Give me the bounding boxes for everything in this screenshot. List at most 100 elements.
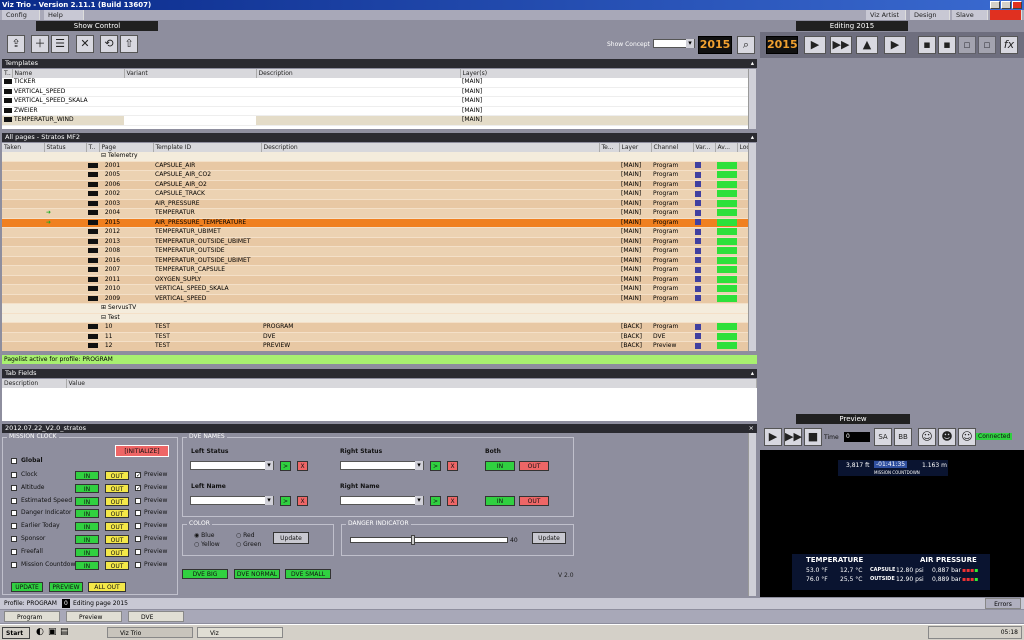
right-status-dropdown[interactable] bbox=[340, 461, 424, 470]
variant-dropdown[interactable] bbox=[693, 265, 715, 276]
pages-col-header[interactable]: Layer bbox=[619, 143, 652, 152]
menu-viz-artist[interactable]: Viz Artist bbox=[866, 10, 906, 20]
left-status-go-button[interactable]: > bbox=[280, 461, 291, 471]
expand-icon[interactable]: ⊞ bbox=[101, 304, 106, 311]
collapse-icon[interactable]: ⊟ bbox=[101, 152, 106, 159]
left-name-clear-button[interactable]: X bbox=[297, 496, 308, 506]
templates-col-header[interactable]: Layer(s) bbox=[460, 69, 749, 78]
mission-item-in-button[interactable]: IN bbox=[75, 535, 99, 544]
page-row[interactable]: 12 TEST PREVIEW [BACK] Preview bbox=[2, 341, 748, 351]
menu-slave[interactable]: Slave bbox=[952, 10, 988, 20]
mission-item-in-button[interactable]: IN bbox=[75, 560, 99, 570]
variant-dropdown[interactable] bbox=[693, 237, 715, 247]
page-row[interactable]: 2016 TEMPERATUR_OUTSIDE_UBIMET [MAIN] Progr… bbox=[2, 256, 748, 266]
mission-item-preview-checkbox[interactable] bbox=[135, 523, 141, 530]
template-row[interactable]: VERTICAL_SPEED_SKALA [MAIN] bbox=[2, 96, 748, 107]
pages-col-header[interactable]: T.. bbox=[86, 143, 100, 152]
sync-icon[interactable]: ⟲ bbox=[100, 35, 118, 53]
mission-item-preview-checkbox[interactable]: ✓ bbox=[135, 472, 141, 479]
page-row[interactable]: 2009 VERTICAL_SPEED [MAIN] Program bbox=[2, 294, 748, 304]
templates-col-header[interactable]: T.. bbox=[2, 69, 13, 78]
pages-col-header[interactable]: Channel bbox=[651, 143, 694, 152]
template-row[interactable]: VERTICAL_SPEED [MAIN] bbox=[2, 87, 748, 97]
page-row[interactable]: 2010 VERTICAL_SPEED_SKALA [MAIN] Program bbox=[2, 284, 748, 295]
menu-help[interactable]: Help bbox=[44, 10, 84, 20]
add-list-icon[interactable]: ☰ bbox=[51, 35, 69, 53]
page-row[interactable]: ➜ 2004 TEMPERATUR [MAIN] Program bbox=[2, 208, 748, 219]
variant-dropdown[interactable] bbox=[693, 208, 715, 219]
taskbar-viz-trio[interactable]: Viz Trio bbox=[107, 627, 193, 638]
copy-icon[interactable]: ▫ bbox=[958, 36, 976, 54]
mission-item-out-button[interactable]: OUT bbox=[105, 471, 129, 480]
start-button[interactable]: Start bbox=[2, 627, 30, 639]
pages-col-header[interactable]: Template ID bbox=[153, 143, 262, 152]
mission-item-out-button[interactable]: OUT bbox=[105, 560, 129, 570]
page-row[interactable]: 2002 CAPSULE_TRACK [MAIN] Program bbox=[2, 189, 748, 200]
pages-col-header[interactable]: Av... bbox=[715, 143, 738, 152]
mission-item-preview-checkbox[interactable] bbox=[135, 497, 141, 504]
dve-normal-button[interactable]: DVE NORMAL bbox=[234, 569, 280, 579]
import-icon[interactable]: ⇪ bbox=[7, 35, 25, 53]
errors-button[interactable]: Errors bbox=[985, 598, 1021, 609]
play-icon[interactable]: ▶ bbox=[764, 428, 782, 446]
page-row[interactable]: 10 TEST PROGRAM [BACK] Program bbox=[2, 322, 748, 333]
page-row[interactable]: 2011 OXYGEN_SUPLY [MAIN] Program bbox=[2, 275, 748, 285]
left-name-go-button[interactable]: > bbox=[280, 496, 291, 506]
variant-dropdown[interactable] bbox=[693, 256, 715, 266]
channel-preview[interactable]: Preview bbox=[66, 611, 122, 622]
menu-config[interactable]: Config bbox=[2, 10, 40, 20]
control-scrollbar[interactable] bbox=[748, 433, 756, 596]
mission-item-checkbox[interactable] bbox=[11, 536, 17, 542]
mission-item-checkbox[interactable] bbox=[11, 472, 17, 478]
mission-item-in-button[interactable]: IN bbox=[75, 483, 99, 493]
page-row[interactable]: 2007 TEMPERATUR_CAPSULE [MAIN] Program bbox=[2, 265, 748, 276]
close-icon[interactable]: × bbox=[749, 424, 754, 433]
page-row[interactable]: 2005 CAPSULE_AIR_CO2 [MAIN] Program bbox=[2, 170, 748, 181]
zoom-icon[interactable]: ⌕ bbox=[737, 36, 755, 54]
menu-red-button[interactable] bbox=[990, 10, 1022, 20]
color-option-red[interactable]: ○ Red bbox=[236, 532, 255, 539]
right-status-clear-button[interactable]: X bbox=[447, 461, 458, 471]
variant-dropdown[interactable] bbox=[693, 180, 715, 190]
mission-item-preview-checkbox[interactable] bbox=[135, 548, 141, 555]
page-row[interactable]: 2006 CAPSULE_AIR_O2 [MAIN] Program bbox=[2, 180, 748, 190]
mission-item-out-button[interactable]: OUT bbox=[105, 547, 129, 557]
show-concept-dropdown[interactable] bbox=[653, 39, 695, 48]
mission-item-checkbox[interactable] bbox=[11, 510, 17, 517]
danger-slider[interactable] bbox=[350, 535, 508, 545]
preview-take-icon[interactable]: ▶ bbox=[884, 36, 906, 54]
variant-dropdown[interactable] bbox=[693, 161, 715, 171]
person-icon[interactable]: ☺ bbox=[918, 428, 936, 446]
page-row[interactable]: 11 TEST DVE [BACK] DVE bbox=[2, 332, 748, 342]
preview-button[interactable]: PREVIEW bbox=[49, 582, 83, 592]
all-out-button[interactable]: ALL OUT bbox=[88, 582, 126, 592]
variant-dropdown[interactable] bbox=[693, 294, 715, 304]
color-option-green[interactable]: ○ Green bbox=[236, 541, 261, 548]
mission-item-preview-checkbox[interactable]: ✓ bbox=[135, 484, 141, 491]
mission-item-out-button[interactable]: OUT bbox=[105, 522, 129, 532]
page-row[interactable]: 2001 CAPSULE_AIR [MAIN] Program bbox=[2, 161, 748, 171]
collapse-icon[interactable]: ⊟ bbox=[101, 314, 106, 321]
pages-col-header[interactable]: Status bbox=[44, 143, 87, 152]
mission-item-checkbox[interactable] bbox=[11, 497, 17, 504]
mission-item-checkbox[interactable] bbox=[11, 561, 17, 568]
continue-preview-icon[interactable]: ▶▶ bbox=[784, 428, 802, 446]
desktop-icon[interactable]: ▣ bbox=[48, 627, 57, 637]
pages-scrollbar[interactable] bbox=[748, 143, 756, 351]
dve-big-button[interactable]: DVE BIG bbox=[182, 569, 228, 579]
page-row[interactable]: 2013 TEMPERATUR_OUTSIDE_UBIMET [MAIN] Progr… bbox=[2, 237, 748, 247]
variant-dropdown[interactable] bbox=[693, 341, 715, 351]
pages-col-header[interactable]: Te... bbox=[599, 143, 620, 152]
person-group-icon[interactable]: ☺ bbox=[958, 428, 976, 446]
mission-item-preview-checkbox[interactable] bbox=[135, 561, 141, 568]
mission-item-out-button[interactable]: OUT bbox=[105, 483, 129, 493]
mission-item-out-button[interactable]: OUT bbox=[105, 496, 129, 506]
menu-design[interactable]: Design bbox=[910, 10, 950, 20]
collapse-icon[interactable]: ▴ bbox=[751, 59, 754, 68]
close-button[interactable] bbox=[1012, 1, 1022, 9]
both-name-in-button[interactable]: IN bbox=[485, 496, 515, 506]
mission-item-preview-checkbox[interactable] bbox=[135, 510, 141, 517]
mission-item-out-button[interactable]: OUT bbox=[105, 509, 129, 519]
page-row[interactable]: ➜ 2015 AIR_PRESSURE_TEMPERATURE [MAIN] Prog… bbox=[2, 218, 748, 228]
mission-item-checkbox[interactable] bbox=[11, 484, 17, 491]
